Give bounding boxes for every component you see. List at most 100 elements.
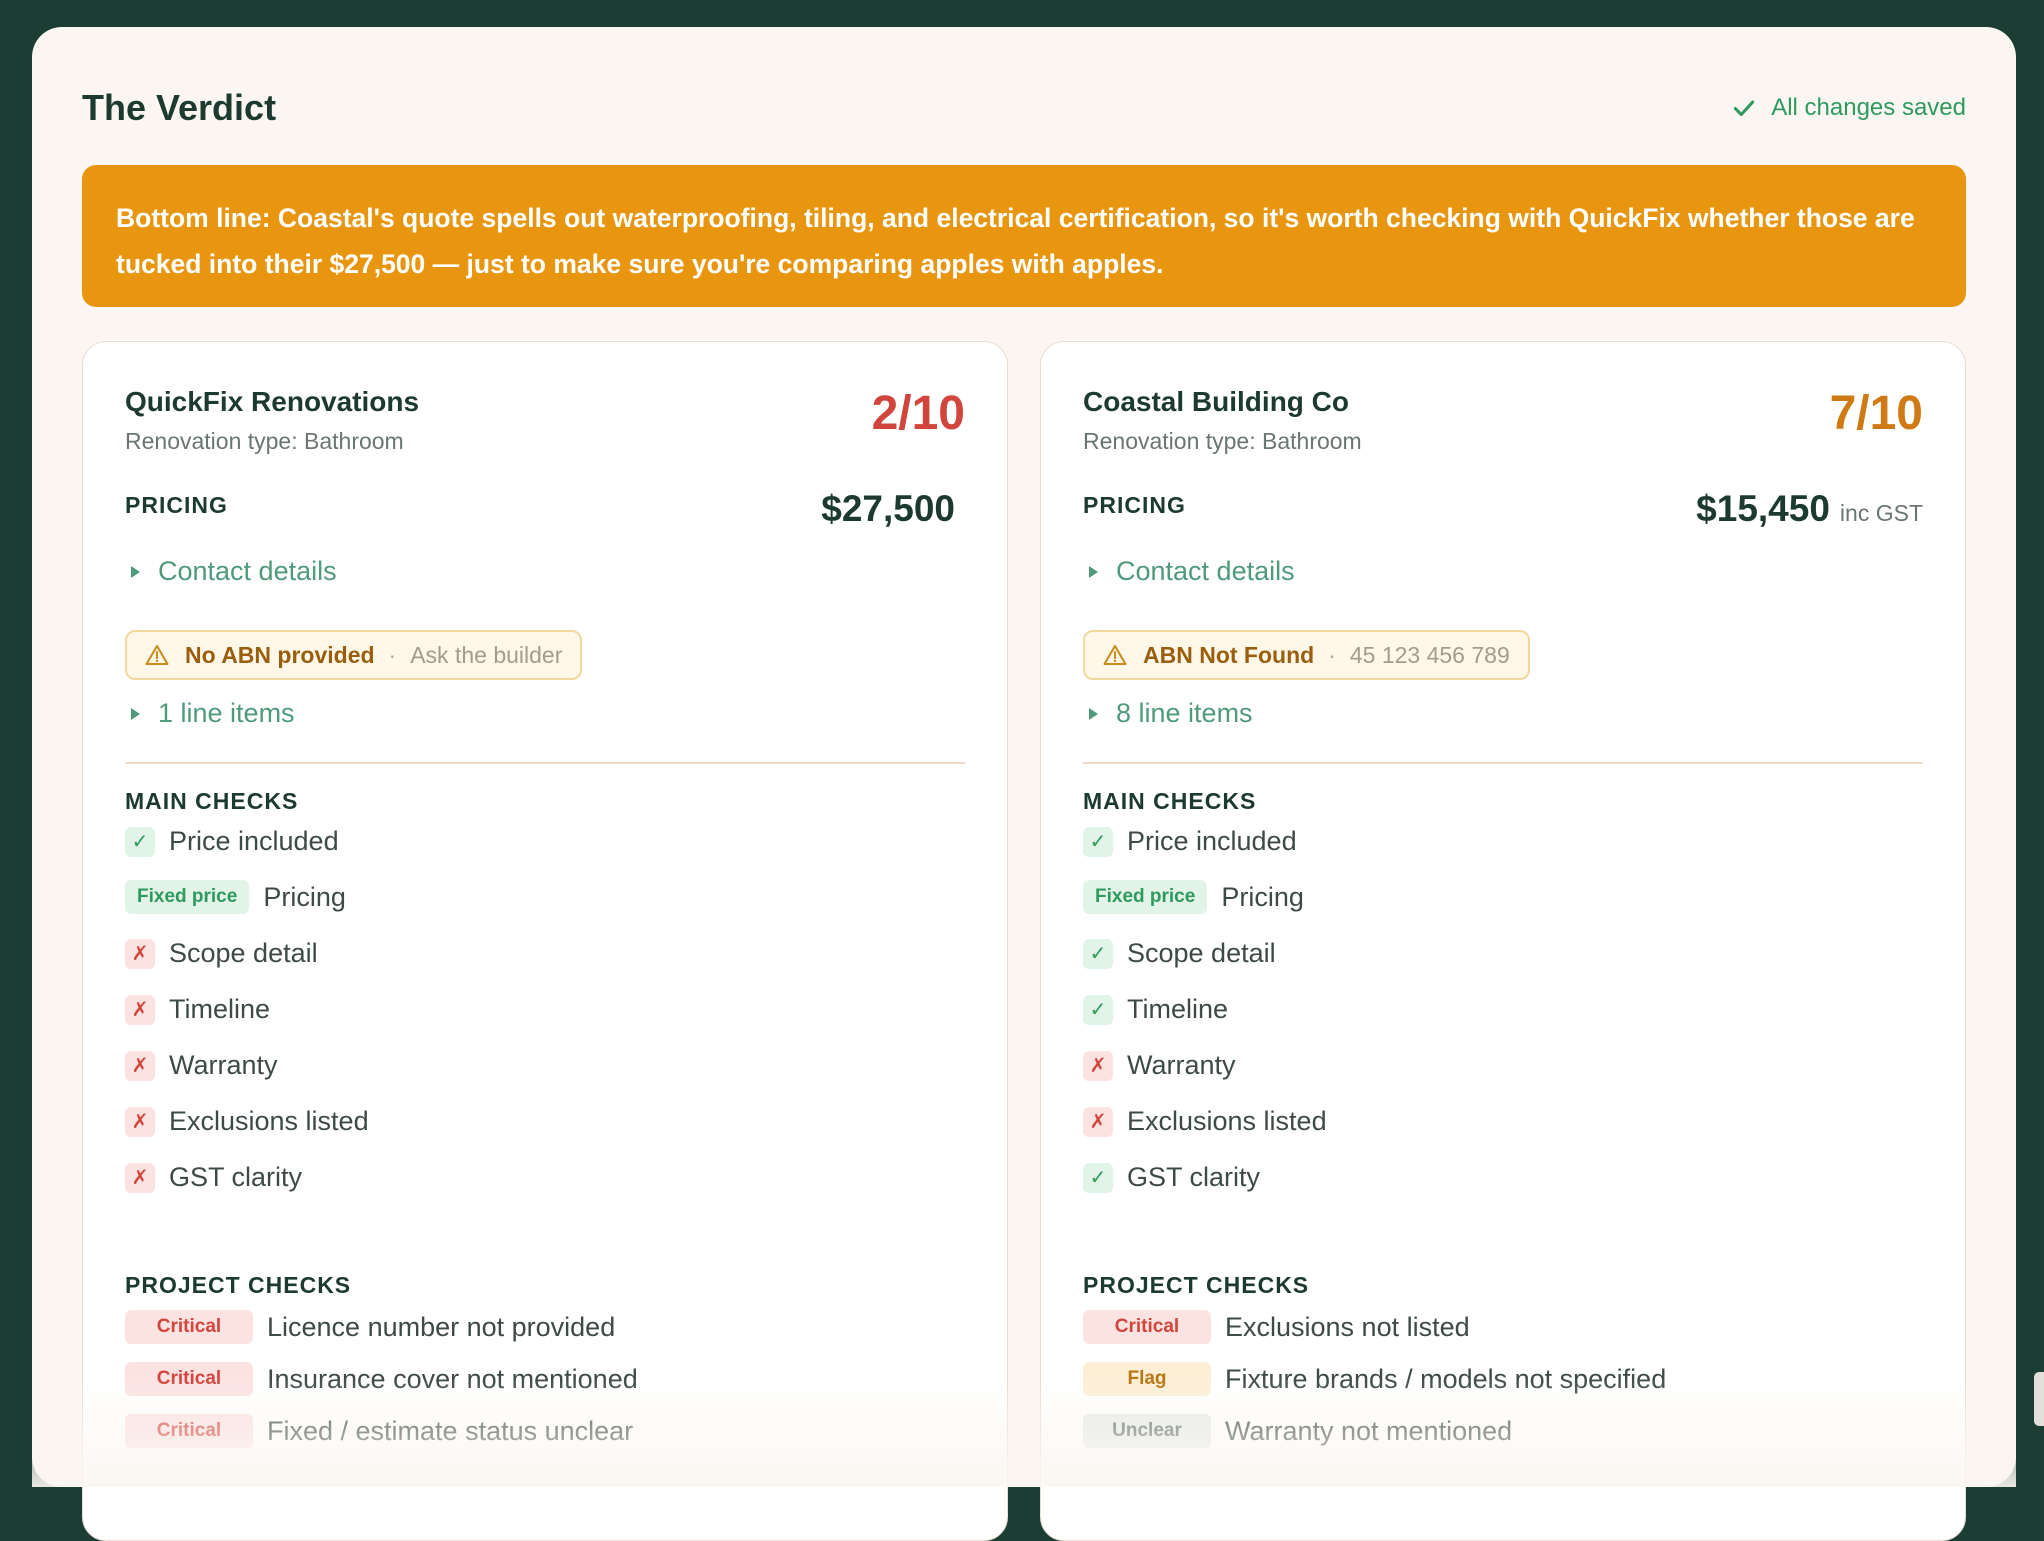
check-label: Warranty <box>1127 1050 1236 1080</box>
verdict-header: The Verdict All changes saved <box>82 83 1966 133</box>
save-status: All changes saved <box>1731 94 1966 122</box>
check-fail-icon: ✗ <box>125 994 155 1025</box>
scrollbar-thumb[interactable] <box>2034 1372 2044 1426</box>
check-label: Price included <box>169 826 339 856</box>
quote-card-quickfix: QuickFix Renovations Renovation type: Ba… <box>82 341 1008 1541</box>
check-label: Scope detail <box>169 938 318 968</box>
check-row: ✓ Timeline <box>1083 994 1228 1025</box>
check-fail-icon: ✗ <box>1083 1106 1113 1137</box>
project-check-label: Licence number not provided <box>267 1311 616 1342</box>
page-title: The Verdict <box>82 87 277 128</box>
warning-icon <box>145 645 169 665</box>
pricing-label: PRICING <box>1083 492 1186 518</box>
price: $15,450 inc GST <box>1696 488 1923 530</box>
abn-warning: ABN Not Found · 45 123 456 789 <box>1083 630 1530 680</box>
check-pass-icon: ✓ <box>125 826 155 857</box>
disclosure-triangle-icon <box>131 707 140 720</box>
check-label: GST clarity <box>169 1162 303 1192</box>
project-check-row: Critical Exclusions not listed <box>1083 1310 1470 1344</box>
check-label: Warranty <box>169 1050 278 1080</box>
project-check-label: Exclusions not listed <box>1225 1311 1470 1342</box>
project-checks-label: PROJECT CHECKS <box>125 1272 352 1298</box>
project-check-row: Flag Fixture brands / models not specifi… <box>1083 1362 1666 1396</box>
builder-name: QuickFix Renovations <box>125 386 420 417</box>
abn-warning: No ABN provided · Ask the builder <box>125 630 583 680</box>
price-suffix: inc GST <box>1839 500 1923 526</box>
check-label: Pricing <box>263 881 346 912</box>
disclosure-triangle-icon <box>1089 707 1098 720</box>
line-items-label: 1 line items <box>158 698 295 728</box>
pricing-label: PRICING <box>125 492 228 518</box>
check-row: ✓ Price included <box>1083 826 1297 857</box>
check-label: Timeline <box>169 994 271 1024</box>
check-row: ✗ Timeline <box>125 994 270 1025</box>
divider <box>125 762 965 764</box>
check-icon <box>1734 100 1755 117</box>
save-status-text: All changes saved <box>1771 94 1966 121</box>
severity-badge: Unclear <box>1083 1414 1211 1448</box>
project-check-label: Fixture brands / models not specified <box>1225 1363 1667 1394</box>
project-check-label: Fixed / estimate status unclear <box>267 1415 634 1446</box>
check-row: Fixed price Pricing <box>125 880 346 914</box>
contact-details-toggle[interactable]: Contact details <box>125 556 337 587</box>
builder-name: Coastal Building Co <box>1083 386 1349 417</box>
contact-details-toggle[interactable]: Contact details <box>1083 556 1295 587</box>
project-check-label: Warranty not mentioned <box>1225 1415 1513 1446</box>
abn-label: No ABN provided <box>185 641 375 668</box>
check-row: ✗ Exclusions listed <box>1083 1106 1327 1137</box>
check-row: Fixed price Pricing <box>1083 880 1304 914</box>
abn-label: ABN Not Found <box>1143 641 1315 668</box>
check-pass-icon: ✓ <box>1083 938 1113 969</box>
fixed-price-pill: Fixed price <box>125 880 250 914</box>
abn-detail: 45 123 456 789 <box>1349 641 1510 668</box>
check-row: ✗ GST clarity <box>125 1162 302 1193</box>
check-pass-icon: ✓ <box>1083 1162 1113 1193</box>
price-amount: $15,450 <box>1696 488 1830 529</box>
check-row: ✗ Scope detail <box>125 938 318 969</box>
severity-badge: Critical <box>125 1414 253 1448</box>
line-items-toggle[interactable]: 8 line items <box>1083 698 1253 729</box>
check-fail-icon: ✗ <box>1083 1050 1113 1081</box>
renovation-type: Renovation type: Bathroom <box>125 428 404 454</box>
check-fail-icon: ✗ <box>125 1162 155 1193</box>
check-label: Scope detail <box>1127 938 1276 968</box>
check-pass-icon: ✓ <box>1083 994 1113 1025</box>
project-check-row: Unclear Warranty not mentioned <box>1083 1414 1512 1448</box>
contact-details-label: Contact details <box>158 556 337 586</box>
verdict-panel: The Verdict All changes saved Bottom lin… <box>32 27 2016 1541</box>
check-label: GST clarity <box>1127 1162 1261 1192</box>
project-check-row: Critical Fixed / estimate status unclear <box>125 1414 633 1448</box>
disclosure-triangle-icon <box>131 565 140 578</box>
price-amount: $27,500 <box>821 488 955 529</box>
main-checks-label: MAIN CHECKS <box>1083 788 1257 814</box>
abn-separator: · <box>1328 641 1336 668</box>
quote-score: 2/10 <box>871 387 965 440</box>
disclosure-triangle-icon <box>1089 565 1098 578</box>
check-label: Price included <box>1127 826 1297 856</box>
project-check-label: Insurance cover not mentioned <box>267 1363 638 1394</box>
check-fail-icon: ✗ <box>125 1050 155 1081</box>
check-row: ✗ Warranty <box>1083 1050 1236 1081</box>
severity-badge: Critical <box>1083 1310 1211 1344</box>
price: $27,500 <box>821 488 965 530</box>
fixed-price-pill: Fixed price <box>1083 880 1208 914</box>
line-items-toggle[interactable]: 1 line items <box>125 698 295 729</box>
main-checks-label: MAIN CHECKS <box>125 788 299 814</box>
project-check-row: Critical Licence number not provided <box>125 1310 615 1344</box>
line-items-label: 8 line items <box>1116 698 1253 728</box>
check-label: Exclusions listed <box>169 1106 369 1136</box>
bottom-line-banner: Bottom line: Coastal's quote spells out … <box>82 165 1966 307</box>
renovation-type: Renovation type: Bathroom <box>1083 428 1362 454</box>
severity-badge: Critical <box>125 1310 253 1344</box>
check-row: ✗ Exclusions listed <box>125 1106 369 1137</box>
check-pass-icon: ✓ <box>1083 826 1113 857</box>
check-fail-icon: ✗ <box>125 1106 155 1137</box>
check-row: ✗ Warranty <box>125 1050 278 1081</box>
check-label: Pricing <box>1221 881 1304 912</box>
warning-icon <box>1103 645 1127 665</box>
check-row: ✓ GST clarity <box>1083 1162 1260 1193</box>
quote-score: 7/10 <box>1829 387 1923 440</box>
severity-badge: Critical <box>125 1362 253 1396</box>
abn-detail: Ask the builder <box>410 641 563 668</box>
severity-badge: Flag <box>1083 1362 1211 1396</box>
